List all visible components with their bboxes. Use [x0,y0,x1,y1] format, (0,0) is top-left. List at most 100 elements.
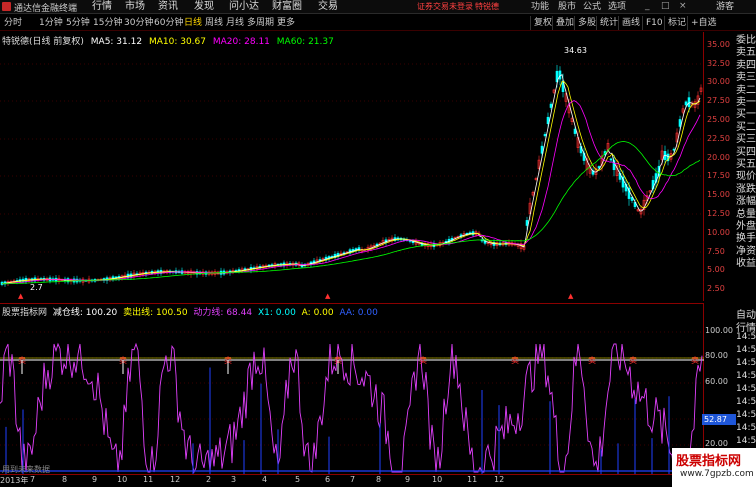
date-label: 2013年 [0,476,29,485]
tick-row: 14:50 [736,332,756,342]
sell-signal: 卖 [511,356,519,365]
tab-weekly[interactable]: 周线 [205,15,223,31]
date-label: 6 [325,475,331,484]
tab-30min[interactable]: 30分钟 [124,15,153,31]
login-warning[interactable]: 证券交易未登录 [417,1,473,12]
tab-60min[interactable]: 60分钟 [154,15,183,31]
guest-user[interactable]: 游客 [716,0,734,14]
a-label: A: 0.00 [301,308,334,318]
sell-marker: ▲ [18,292,24,300]
draw-line-button[interactable]: 画线 [618,16,643,30]
menu-wealth[interactable]: 财富圈 [272,0,302,14]
ma20-line [2,100,701,285]
close-icon[interactable]: × [679,1,687,11]
date-label: 12 [170,475,181,484]
orderbook-row: 委比 [736,35,756,46]
orderbook-row: 买三 [736,134,756,146]
ma60-label: MA60: 21.37 [276,37,334,47]
price-tick: 32.50 [707,59,730,68]
price-tick: 20.00 [707,153,730,162]
date-label: 7 [30,475,36,484]
indicator-tick: 60.00 [705,377,728,386]
tab-multi-period[interactable]: 多周期 [247,15,274,31]
price-tick: 12.50 [707,209,730,218]
orderbook-row: 涨幅 [736,196,756,208]
f10-button[interactable]: F10 [642,16,666,30]
candle-body [549,103,553,108]
orderbook-row: 净资 [736,245,756,257]
peak-price-label: 34.63 [564,46,587,55]
menu-trade[interactable]: 交易 [318,0,338,14]
orderbook-row: 卖三 [736,72,756,84]
watermark-title: 股票指标网 [676,454,742,469]
tab-1min[interactable]: 1分钟 [39,15,63,31]
date-label: 8 [62,475,68,484]
price-tick: 35.00 [707,40,730,49]
sell-signal: 卖 [629,356,637,365]
sell-marker: ▲ [325,292,331,300]
menu-quotes[interactable]: 行情 [92,0,112,14]
indicator-name: 股票指标网 [2,308,48,318]
power-line [0,342,703,474]
app-logo-icon [2,2,11,11]
tab-5min[interactable]: 5分钟 [66,15,90,31]
menu-news[interactable]: 资讯 [158,0,178,14]
orderbook-row: 收益 [736,258,756,270]
indicator-panel[interactable]: 卖卖卖卖卖卖卖卖卖 [0,303,704,474]
menu-options[interactable]: 选项 [608,0,626,14]
candle-body [609,158,613,161]
minimize-icon[interactable]: _ [645,1,650,11]
orderbook-row: 涨跌 [736,183,756,195]
reduce-line-label: 减仓线: 100.20 [52,308,118,318]
sell-marker: ▲ [568,292,574,300]
indicator-tick: 20.00 [705,439,728,448]
menu-discover[interactable]: 发现 [194,0,214,14]
power-line-label: 动力线: 68.44 [193,308,253,318]
date-label: 9 [92,475,98,484]
tab-daily[interactable]: 日线 [184,15,202,31]
price-tick: 30.00 [707,77,730,86]
price-tick: 17.50 [707,171,730,180]
date-label: 11 [143,475,154,484]
menu-function[interactable]: 功能 [531,0,549,14]
orderbook-row: 买四 [736,146,756,158]
menu-ask[interactable]: 问小达 [229,0,259,14]
orderbook-row: 卖二 [736,84,756,96]
orderbook-row: 卖五 [736,47,756,59]
date-label: 8 [376,475,382,484]
sell-signal: 卖 [419,356,427,365]
price-tick: 10.00 [707,228,730,237]
candle-body [525,220,529,226]
indicator-chart: 卖卖卖卖卖卖卖卖卖 [0,331,704,474]
tick-row: 14:50 [736,384,756,394]
price-tick: 15.00 [707,190,730,199]
tick-row: 14:50 [736,436,756,446]
tab-more[interactable]: 更多 [277,15,295,31]
maximize-icon[interactable]: □ [661,1,670,11]
candle-body [687,97,691,107]
main-legend: 特锐德(日线 前复权) MA5: 31.12 MA10: 30.67 MA20:… [2,34,334,47]
add-watchlist-button[interactable]: +自选 [687,16,720,30]
tab-intraday[interactable]: 分时 [4,15,22,31]
period-tabs: 分时 1分钟 5分钟 15分钟 30分钟 60分钟 日线 周线 月线 多周期 更… [0,15,756,31]
price-tick: 2.50 [707,284,725,293]
orderbook-row: 卖四 [736,59,756,71]
menu-formula[interactable]: 公式 [583,0,601,14]
tick-row: 14:50 [736,345,756,355]
indicator-tick: 100.00 [705,326,733,335]
tab-monthly[interactable]: 月线 [226,15,244,31]
menu-market[interactable]: 市场 [125,0,145,14]
stock-title: 特锐德 [475,2,499,11]
mark-button[interactable]: 标记 [664,16,689,30]
aa-label: AA: 0.00 [339,308,378,318]
kline-panel[interactable]: ▲ ▲ ▲ [0,32,704,301]
menu-bar: 通达信金融终端 行情 市场 资讯 发现 问小达 财富圈 交易 证券交易未登录 特… [0,0,756,14]
date-label: 3 [231,475,237,484]
price-tick: 22.50 [707,134,730,143]
date-label: 10 [432,475,443,484]
tab-15min[interactable]: 15分钟 [93,15,122,31]
sell-signal: 卖 [691,356,699,365]
menu-stock[interactable]: 股市 [558,0,576,14]
kline-chart: ▲ ▲ ▲ [0,63,704,300]
price-tick: 27.50 [707,96,730,105]
